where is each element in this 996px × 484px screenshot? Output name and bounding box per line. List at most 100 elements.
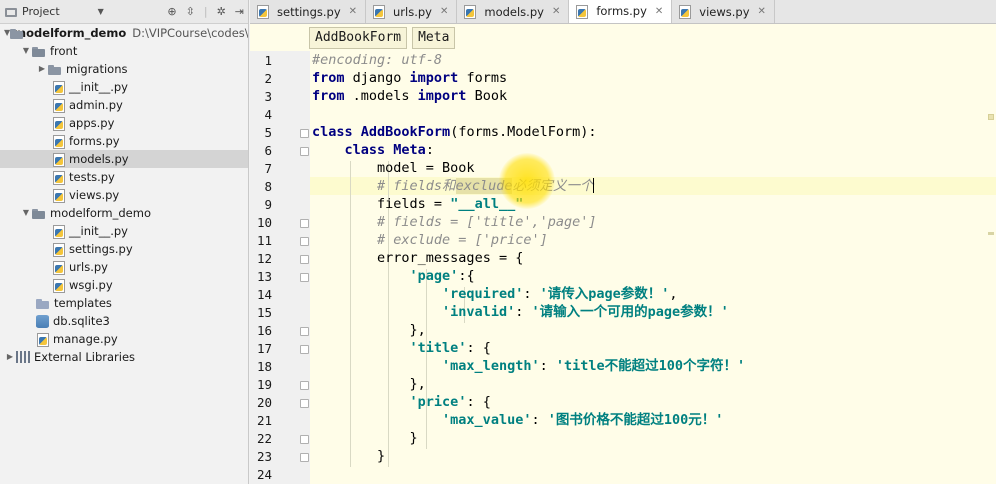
project-icon (4, 6, 18, 18)
code-line-23: } (312, 447, 385, 465)
tree-item-admin[interactable]: admin.py (0, 96, 248, 114)
fold-marker-icon[interactable] (300, 345, 309, 354)
python-file-icon (52, 188, 65, 203)
code-editor[interactable]: settings.py ✕ urls.py ✕ models.py ✕ form… (250, 0, 996, 484)
tab-models-py[interactable]: models.py ✕ (457, 0, 570, 23)
fold-marker-icon[interactable] (300, 147, 309, 156)
tree-item-label: templates (54, 296, 112, 310)
tab-label: models.py (484, 4, 544, 19)
tree-item-apps[interactable]: apps.py (0, 114, 248, 132)
code-line-22: } (312, 429, 418, 447)
tree-item-label: __init__.py (69, 80, 128, 94)
tree-item-wsgi[interactable]: wsgi.py (0, 276, 248, 294)
tree-item-forms[interactable]: forms.py (0, 132, 248, 150)
project-view-selector[interactable]: Project ▼ (4, 5, 167, 18)
tree-item-label: settings.py (69, 242, 133, 256)
code-string: '请传入page参数！' (539, 286, 670, 302)
fold-marker-icon[interactable] (300, 219, 309, 228)
code-text: : (523, 286, 540, 302)
collapsed-arrow-icon[interactable]: ▶ (4, 348, 16, 366)
fold-marker-icon[interactable] (300, 381, 309, 390)
line-number: 11 (256, 233, 272, 248)
line-number: 2 (264, 71, 272, 86)
code-line-3: from .models import Book (312, 87, 507, 105)
code-text: : (539, 358, 556, 374)
collapsed-arrow-icon[interactable]: ▶ (36, 60, 48, 78)
line-number: 9 (264, 197, 272, 212)
code-string: 'price' (409, 394, 467, 410)
code-line-13: 'page':{ (312, 267, 475, 285)
tree-item-templates[interactable]: templates (0, 294, 248, 312)
breadcrumb-item-addbookform[interactable]: AddBookForm (309, 27, 408, 49)
tree-item-front[interactable]: ▼ front (0, 42, 248, 60)
fold-marker-icon[interactable] (300, 399, 309, 408)
code-text: }, (409, 376, 426, 392)
tree-item-models[interactable]: models.py (0, 150, 248, 168)
code-line-6: class Meta: (312, 141, 434, 159)
text-caret (593, 178, 595, 193)
tree-item-label: modelform_demo (14, 26, 127, 40)
code-line-11: # exclude = ['price'] (312, 231, 548, 249)
scrollbar-marker[interactable] (988, 114, 994, 120)
code-comment: #encoding: utf-8 (312, 52, 443, 68)
code-text: forms (458, 70, 508, 86)
tree-item-modelform-demo-pkg[interactable]: ▼ modelform_demo (0, 204, 248, 222)
close-icon[interactable]: ✕ (552, 6, 560, 17)
close-icon[interactable]: ✕ (440, 6, 448, 17)
code-string: 'title' (409, 340, 467, 356)
expanded-arrow-icon[interactable]: ▼ (20, 42, 32, 60)
breadcrumb-item-meta[interactable]: Meta (412, 27, 456, 49)
tree-item-views[interactable]: views.py (0, 186, 248, 204)
code-text: error_messages = { (377, 250, 524, 266)
code-string: 'max_length' (442, 358, 540, 374)
tree-item-urls[interactable]: urls.py (0, 258, 248, 276)
tree-item-pkg-init[interactable]: __init__.py (0, 222, 248, 240)
tab-urls-py[interactable]: urls.py ✕ (366, 0, 458, 23)
scrollbar-marker[interactable] (988, 232, 994, 235)
code-text: fields = (377, 196, 451, 212)
close-icon[interactable]: ✕ (655, 6, 663, 17)
tree-item-label: db.sqlite3 (53, 314, 110, 328)
fold-marker-icon[interactable] (300, 255, 309, 264)
tree-item-migrations[interactable]: ▶ migrations (0, 60, 248, 78)
line-number: 23 (256, 449, 272, 464)
close-icon[interactable]: ✕ (349, 6, 357, 17)
close-icon[interactable]: ✕ (758, 6, 766, 17)
expanded-arrow-icon[interactable]: ▼ (20, 204, 32, 222)
code-text: Book (466, 88, 508, 104)
code-keyword: import (409, 70, 459, 86)
tree-item-settings[interactable]: settings.py (0, 240, 248, 258)
fold-marker-icon[interactable] (300, 435, 309, 444)
gear-icon[interactable]: ✲ (217, 5, 226, 18)
python-file-icon (52, 152, 65, 167)
tree-item-root[interactable]: ▼ modelform_demo D:\VIPCourse\codes\py (0, 24, 248, 42)
fold-marker-icon[interactable] (300, 129, 309, 138)
tab-views-py[interactable]: views.py ✕ (672, 0, 775, 23)
line-number: 18 (256, 359, 272, 374)
project-pane-header: Project ▼ ⊕ ⇳ | ✲ ⇥ (0, 0, 248, 24)
code-text: django (344, 70, 410, 86)
python-file-icon (52, 242, 65, 257)
line-number: 4 (264, 107, 272, 122)
code-area[interactable]: #encoding: utf-8 from django import form… (310, 51, 996, 484)
collapse-all-icon[interactable]: ⇳ (186, 5, 195, 18)
code-text: : (515, 304, 532, 320)
fold-marker-icon[interactable] (300, 237, 309, 246)
tree-item-tests[interactable]: tests.py (0, 168, 248, 186)
fold-marker-icon[interactable] (300, 453, 309, 462)
chevron-down-icon[interactable]: ▼ (98, 7, 104, 16)
tree-item-front-init[interactable]: __init__.py (0, 78, 248, 96)
hide-pane-icon[interactable]: ⇥ (235, 5, 244, 18)
tree-item-manage[interactable]: manage.py (0, 330, 248, 348)
code-string: 'invalid' (442, 304, 516, 320)
code-string: '图书价格不能超过100元！' (547, 412, 724, 428)
fold-marker-icon[interactable] (300, 327, 309, 336)
tree-item-db[interactable]: db.sqlite3 (0, 312, 248, 330)
sync-icon[interactable]: ⊕ (167, 5, 176, 18)
fold-marker-icon[interactable] (300, 273, 309, 282)
code-comment: # exclude = ['price'] (377, 232, 548, 248)
code-text: (forms.ModelForm): (450, 124, 597, 140)
tab-forms-py[interactable]: forms.py ✕ (569, 0, 673, 23)
tab-settings-py[interactable]: settings.py ✕ (250, 0, 367, 23)
tree-item-external-libraries[interactable]: ▶ External Libraries (0, 348, 248, 366)
